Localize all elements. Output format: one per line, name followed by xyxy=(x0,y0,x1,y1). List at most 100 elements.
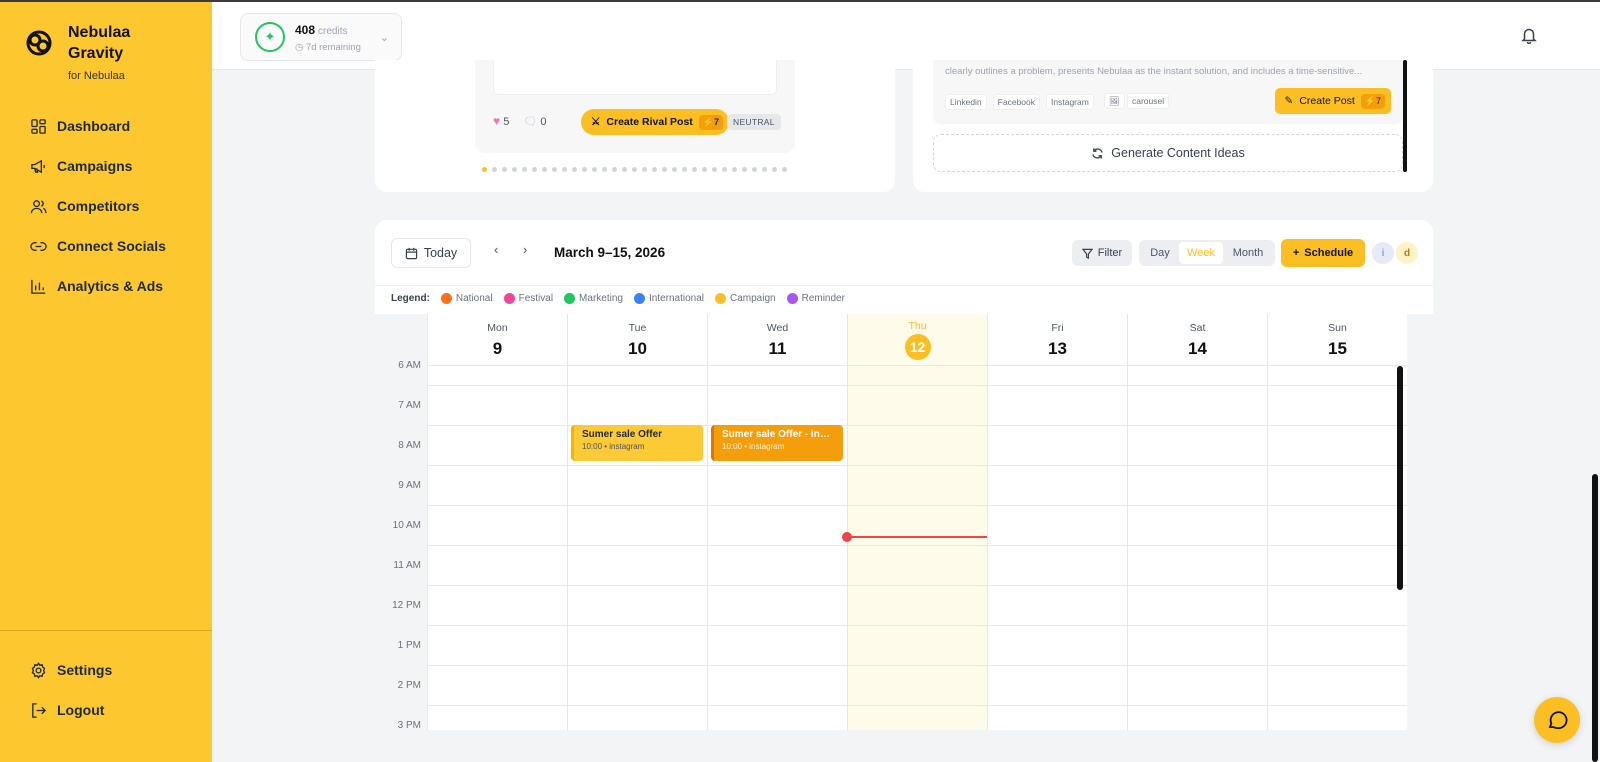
credits-value: 408 xyxy=(295,23,316,37)
carousel-dot[interactable] xyxy=(582,167,587,172)
carousel-dot[interactable] xyxy=(692,167,697,172)
calendar-event[interactable]: Sumer sale Offer - insta... 10:00 • insta… xyxy=(711,425,843,461)
carousel-dot[interactable] xyxy=(742,167,747,172)
day-header-sun[interactable]: Sun 15 xyxy=(1267,314,1407,366)
chat-button[interactable] xyxy=(1534,697,1580,743)
day-header-sat[interactable]: Sat 14 xyxy=(1127,314,1267,366)
rival-post-preview xyxy=(493,60,777,95)
carousel-dot[interactable] xyxy=(602,167,607,172)
carousel-dot[interactable] xyxy=(772,167,777,172)
legend-item-campaign: Campaign xyxy=(715,293,776,304)
carousel-dot[interactable] xyxy=(682,167,687,172)
day-header-tue[interactable]: Tue 10 xyxy=(567,314,707,366)
carousel-dot[interactable] xyxy=(502,167,507,172)
day-name: Mon xyxy=(487,322,508,334)
carousel-dot[interactable] xyxy=(732,167,737,172)
carousel-dot[interactable] xyxy=(702,167,707,172)
carousel-dot[interactable] xyxy=(752,167,757,172)
bell-icon[interactable] xyxy=(1520,26,1538,44)
carousel-dot[interactable] xyxy=(762,167,767,172)
carousel-dot[interactable] xyxy=(672,167,677,172)
hour-label: 11 AM xyxy=(393,560,421,571)
page-scrollbar[interactable] xyxy=(1592,474,1598,762)
credits-widget[interactable]: ✦ 408 credits ◷ 7d remaining ⌄ xyxy=(240,13,402,61)
day-column-tue[interactable] xyxy=(567,366,707,730)
carousel-dot[interactable] xyxy=(542,167,547,172)
schedule-button[interactable]: + Schedule xyxy=(1281,239,1365,267)
day-header-wed[interactable]: Wed 11 xyxy=(707,314,847,366)
sidebar-item-campaigns[interactable]: Campaigns xyxy=(0,146,212,186)
sidebar-item-competitors[interactable]: Competitors xyxy=(0,186,212,226)
credits-sparkle-icon: ✦ xyxy=(255,22,285,52)
carousel-dot[interactable] xyxy=(592,167,597,172)
carousel-dot[interactable] xyxy=(562,167,567,172)
day-column-sat[interactable] xyxy=(1127,366,1267,730)
chevron-left-icon[interactable]: ‹ xyxy=(494,242,498,257)
day-column-fri[interactable] xyxy=(987,366,1127,730)
rival-posts-card: ♥ 5 🗨 0 ⚔ Create Rival Post ⚡7 NEUTRAL xyxy=(375,60,895,192)
create-rival-post-label: Create Rival Post xyxy=(606,116,693,128)
brand[interactable]: Nebulaa Gravity for Nebulaa xyxy=(24,22,130,82)
legend-item-festival: Festival xyxy=(503,293,553,304)
carousel-dot[interactable] xyxy=(572,167,577,172)
gear-icon xyxy=(31,661,46,679)
day-header-fri[interactable]: Fri 13 xyxy=(987,314,1127,366)
day-column-mon[interactable] xyxy=(427,366,567,730)
generate-content-ideas-button[interactable]: Generate Content Ideas xyxy=(933,134,1403,172)
hour-gridline xyxy=(427,705,1407,706)
sidebar-item-settings[interactable]: Settings xyxy=(0,650,212,690)
sidebar-item-dashboard[interactable]: Dashboard xyxy=(0,106,212,146)
carousel-dot[interactable] xyxy=(552,167,557,172)
carousel-dot[interactable] xyxy=(712,167,717,172)
sidebar-item-analytics-ads[interactable]: Analytics & Ads xyxy=(0,266,212,306)
carousel-dot[interactable] xyxy=(662,167,667,172)
chevron-right-icon[interactable]: › xyxy=(523,242,527,257)
calendar-scrollbar[interactable] xyxy=(1397,366,1403,590)
carousel-dot[interactable] xyxy=(632,167,637,172)
logout-icon xyxy=(32,702,47,718)
carousel-dot[interactable] xyxy=(782,167,787,172)
create-post-button[interactable]: ✎ Create Post ⚡7 xyxy=(1274,88,1391,114)
view-day-button[interactable]: Day xyxy=(1141,242,1179,264)
today-button[interactable]: Today xyxy=(391,238,471,268)
carousel-dot[interactable] xyxy=(622,167,627,172)
ideas-scrollbar[interactable] xyxy=(1403,60,1407,172)
avatar[interactable]: d xyxy=(1396,242,1418,264)
users-icon xyxy=(30,199,47,213)
carousel-dot[interactable] xyxy=(532,167,537,172)
filter-button[interactable]: Filter xyxy=(1072,240,1132,266)
carousel-dot[interactable] xyxy=(642,167,647,172)
calendar-icon xyxy=(405,247,418,259)
create-rival-post-button[interactable]: ⚔ Create Rival Post ⚡7 xyxy=(581,109,730,135)
carousel-dot[interactable] xyxy=(512,167,517,172)
day-column-thu[interactable] xyxy=(847,366,987,730)
day-column-wed[interactable] xyxy=(707,366,847,730)
legend-item-international: International xyxy=(633,293,704,304)
carousel-dot[interactable] xyxy=(482,167,487,172)
view-week-button[interactable]: Week xyxy=(1179,242,1223,264)
platform-tag-facebook: Facebook xyxy=(992,94,1041,110)
day-header-mon[interactable]: Mon 9 xyxy=(427,314,567,366)
carousel-dot[interactable] xyxy=(652,167,657,172)
carousel-dot[interactable] xyxy=(492,167,497,172)
sidebar-item-logout[interactable]: Logout xyxy=(0,690,212,730)
carousel-dot[interactable] xyxy=(722,167,727,172)
window-top-border xyxy=(0,0,1600,2)
sidebar-item-connect-socials[interactable]: Connect Socials xyxy=(0,226,212,266)
date-range-label: March 9–15, 2026 xyxy=(554,245,666,260)
avatar[interactable]: i xyxy=(1372,242,1394,264)
carousel-dot[interactable] xyxy=(522,167,527,172)
calendar-event[interactable]: Sumer sale Offer 10:00 • instagram xyxy=(571,425,703,461)
day-header-thu[interactable]: Thu 12 xyxy=(847,314,987,366)
day-number: 15 xyxy=(1328,339,1347,358)
hour-label: 10 AM xyxy=(392,520,421,531)
carousel-dot[interactable] xyxy=(612,167,617,172)
brand-name-line2: Gravity xyxy=(68,45,124,62)
rival-post-stats: ♥ 5 🗨 0 xyxy=(493,114,546,128)
format-tag: 🖼 carousel xyxy=(1100,93,1173,110)
plus-icon: + xyxy=(1292,247,1300,259)
view-month-button[interactable]: Month xyxy=(1223,242,1273,264)
view-toggle: Day Week Month xyxy=(1139,240,1275,266)
day-column-sun[interactable] xyxy=(1267,366,1407,730)
chevron-down-icon[interactable]: ⌄ xyxy=(380,31,389,44)
